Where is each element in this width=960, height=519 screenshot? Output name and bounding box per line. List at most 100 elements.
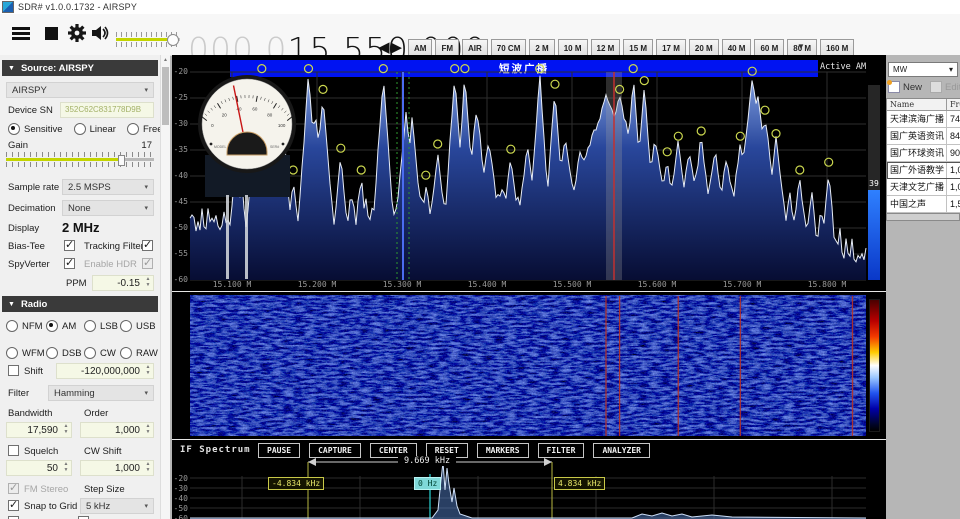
mode-raw[interactable]: RAW: [120, 347, 158, 359]
frequency-row[interactable]: 国广外语教学1,0: [887, 162, 960, 179]
if-marker-left[interactable]: -4.834 kHz: [268, 477, 325, 490]
frequency-table-header: Name Freq: [887, 99, 960, 111]
cw-shift-spinner[interactable]: ▲ ▼: [144, 461, 152, 473]
frequency-row[interactable]: 天津文艺广播1,0: [887, 179, 960, 196]
if-panel-title: IF Spectrum: [180, 445, 251, 455]
svg-text:80: 80: [267, 112, 273, 117]
frequency-row-name: 天津滨海广播: [887, 111, 947, 127]
tracking-filter-checkbox[interactable]: [142, 238, 153, 251]
shift-field[interactable]: -120,000,000: [56, 363, 154, 379]
volume-slider[interactable]: [116, 32, 180, 52]
chevron-down-icon: ▾: [144, 390, 148, 397]
source-panel-title: Source: AIRSPY: [20, 62, 94, 74]
gain-mode-sensitive[interactable]: Sensitive: [8, 123, 63, 135]
gain-slider[interactable]: [6, 152, 154, 167]
column-header-freq[interactable]: Freq: [947, 99, 960, 110]
settings-gear-button[interactable]: [64, 20, 90, 46]
radio-icon: [84, 320, 96, 332]
svg-text:100: 100: [278, 123, 286, 128]
radio-panel-title: Radio: [20, 298, 48, 310]
gain-thumb[interactable]: [118, 155, 126, 166]
group-filter-select[interactable]: MW ▾: [888, 62, 958, 77]
squelch-spinner[interactable]: ▲ ▼: [62, 461, 70, 473]
column-header-name[interactable]: Name: [887, 99, 947, 110]
chevron-down-icon: ▾: [144, 503, 148, 510]
band-overflow-caret[interactable]: ▼: [797, 42, 805, 51]
gain-mode-linear[interactable]: Linear: [73, 123, 116, 135]
squelch-checkbox[interactable]: [8, 445, 19, 456]
if-marker-center[interactable]: 0 Hz: [414, 477, 442, 490]
mode-label: CW: [100, 347, 116, 359]
scrollbar-thumb[interactable]: [162, 67, 169, 125]
if-button-markers[interactable]: MARKERS: [476, 443, 529, 458]
frequency-row[interactable]: 国广英语资讯846: [887, 128, 960, 145]
source-device-select[interactable]: AIRSPY ▾: [6, 82, 154, 98]
waterfall-display[interactable]: [172, 292, 886, 439]
gain-value: 17: [141, 140, 152, 151]
gain-ticks-bottom: [6, 162, 154, 167]
decimation-select[interactable]: None ▾: [62, 200, 154, 216]
device-sn-field[interactable]: 352C62C831778D9B: [60, 102, 154, 118]
mode-am[interactable]: AM: [46, 320, 84, 332]
gain-track[interactable]: [6, 155, 154, 166]
step-size-select[interactable]: 5 kHz ▾: [80, 498, 154, 514]
cw-shift-label: CW Shift: [84, 446, 122, 457]
frequency-row-name: 国广外语教学: [887, 162, 947, 178]
if-button-pause[interactable]: PAUSE: [258, 443, 301, 458]
edit-entry-button[interactable]: Edit: [930, 81, 960, 93]
frequency-row-freq: 747: [947, 111, 960, 127]
snap-to-grid-checkbox[interactable]: [8, 498, 19, 511]
frequency-row[interactable]: 国广环球资讯900: [887, 145, 960, 162]
bias-tee-checkbox[interactable]: [64, 238, 75, 251]
step-size-label: Step Size: [84, 484, 125, 495]
gear-icon: [68, 24, 86, 42]
if-button-analyzer[interactable]: ANALYZER: [593, 443, 650, 458]
frequency-row-name: 天津文艺广播: [887, 179, 947, 195]
mode-wfm[interactable]: WFM: [6, 347, 46, 359]
ppm-spinner[interactable]: ▲ ▼: [144, 276, 152, 288]
sdrsharp-window: SDR# v1.0.0.1732 - AIRSPY 000.0 15.550.0…: [0, 0, 960, 519]
gain-mode-free[interactable]: Free: [126, 123, 160, 135]
decimation-value: None: [68, 202, 91, 214]
snap-to-grid-label: Snap to Grid: [24, 501, 78, 512]
mode-label: WFM: [22, 347, 45, 359]
shift-checkbox[interactable]: [8, 365, 19, 376]
mode-dsb[interactable]: DSB: [46, 347, 84, 359]
radio-panel-header[interactable]: ▼ Radio: [2, 296, 158, 312]
cw-shift-field[interactable]: 1,000: [80, 460, 154, 476]
stop-button[interactable]: [38, 20, 64, 46]
if-marker-right[interactable]: 4.834 kHz: [554, 477, 606, 490]
if-db-tick: -20: [173, 474, 188, 483]
filter-select[interactable]: Hamming ▾: [48, 385, 154, 401]
spyverter-checkbox[interactable]: [64, 256, 75, 269]
radio-icon: [8, 123, 20, 135]
order-spinner[interactable]: ▲ ▼: [144, 423, 152, 435]
mode-lsb[interactable]: LSB: [84, 320, 120, 332]
bandwidth-spinner[interactable]: ▲ ▼: [62, 423, 70, 435]
sidebar-scrollbar[interactable]: ▲: [160, 55, 170, 519]
order-field[interactable]: 1,000: [80, 422, 154, 438]
menu-button[interactable]: [8, 20, 34, 46]
shift-spinner[interactable]: ▲ ▼: [144, 364, 152, 376]
frequency-row[interactable]: 中国之声1,5: [887, 196, 960, 213]
speaker-icon: [92, 26, 109, 40]
mode-cw[interactable]: CW: [84, 347, 120, 359]
radio-icon: [46, 320, 58, 332]
audio-mute-button[interactable]: [88, 20, 114, 46]
collapse-triangle-icon: ▼: [8, 64, 15, 72]
if-button-capture[interactable]: CAPTURE: [309, 443, 361, 458]
new-entry-button[interactable]: New: [887, 80, 922, 93]
scroll-up-arrow-icon[interactable]: ▲: [161, 55, 170, 65]
radio-icon: [84, 347, 96, 359]
mode-nfm[interactable]: NFM: [6, 320, 46, 332]
filter-value: Hamming: [54, 387, 95, 399]
mode-usb[interactable]: USB: [120, 320, 156, 332]
frequency-step-arrows[interactable]: ◀▶: [378, 38, 403, 56]
source-panel-header[interactable]: ▼ Source: AIRSPY: [2, 60, 158, 76]
sample-rate-select[interactable]: 2.5 MSPS ▾: [62, 179, 154, 195]
step-size-value: 5 kHz: [86, 500, 111, 512]
if-button-filter[interactable]: FILTER: [537, 443, 585, 458]
frequency-row[interactable]: 天津滨海广播747: [887, 111, 960, 128]
main-spectrum-display[interactable]: 39020406080100SNRMODELSER#: [172, 55, 886, 291]
volume-track[interactable]: [116, 34, 180, 46]
